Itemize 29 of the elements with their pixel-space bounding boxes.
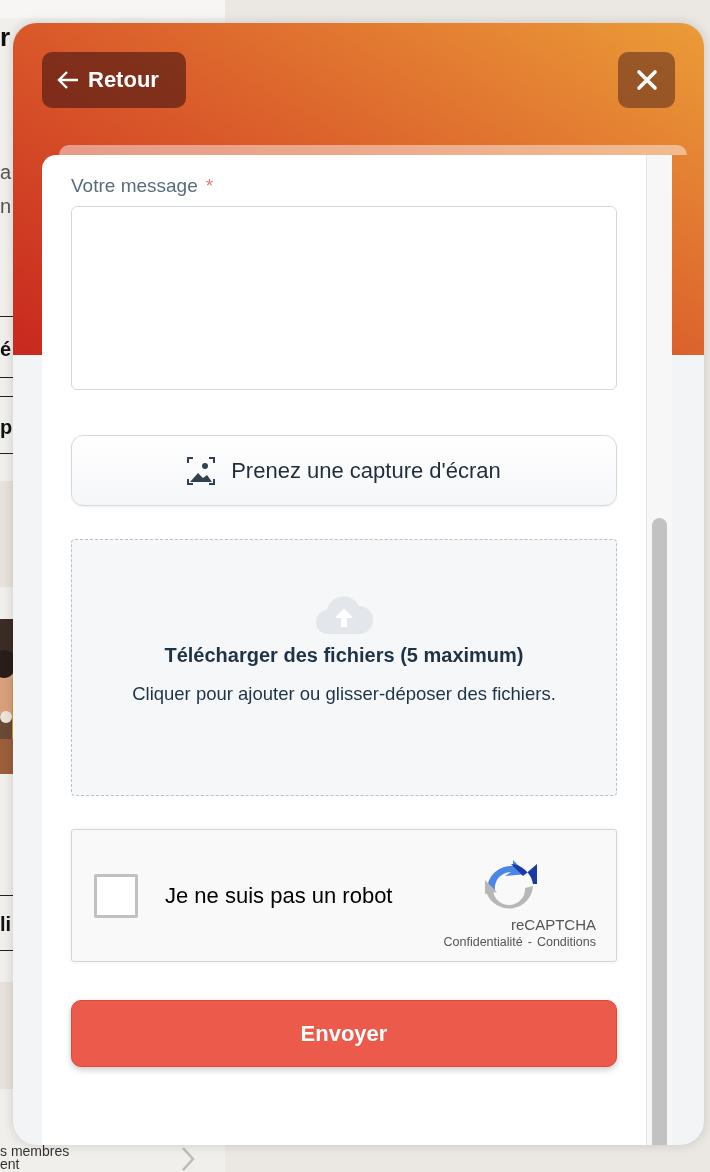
arrow-left-icon xyxy=(56,70,80,90)
close-icon xyxy=(635,69,658,91)
required-mark: * xyxy=(205,175,214,197)
field-label: Votre message xyxy=(71,175,198,197)
checkbox-label: Je ne suis pas un robot xyxy=(165,882,394,909)
background-text: li xyxy=(0,914,12,934)
chevron-icon xyxy=(180,1146,196,1172)
checkbox[interactable] xyxy=(94,873,138,918)
scrollbar[interactable] xyxy=(646,155,672,1145)
background-text: é xyxy=(0,339,12,359)
close-button[interactable] xyxy=(618,52,675,108)
terms-link[interactable]: Conditions xyxy=(536,935,596,949)
background-text: r xyxy=(0,24,11,50)
recaptcha-brand: reCAPTCHA xyxy=(511,916,596,933)
background-text: ent xyxy=(0,1158,20,1171)
cloud-upload-icon xyxy=(315,594,373,634)
background-text: p xyxy=(0,417,13,437)
background-text: a xyxy=(0,162,12,182)
background-text: s membres xyxy=(0,1145,70,1158)
screenshot-button[interactable]: Prenez une capture d'écran xyxy=(71,435,617,506)
upload-title: Télécharger des fichiers (5 maximum) xyxy=(164,644,524,667)
background-text: n xyxy=(0,196,12,216)
privacy-link[interactable]: Confidentialité xyxy=(443,935,523,949)
message-field[interactable] xyxy=(71,206,617,390)
link-separator: - xyxy=(527,935,532,949)
back-button[interactable]: Retour xyxy=(42,52,186,108)
upload-hint: Cliquer pour ajouter ou glisser-déposer des fichiers. xyxy=(131,682,557,706)
image-icon xyxy=(187,456,216,485)
upload-dropzone[interactable]: Télécharger des fichiers (5 maximum) Cliquer pour ajouter ou glisser-déposer des fichiers. xyxy=(71,539,617,796)
